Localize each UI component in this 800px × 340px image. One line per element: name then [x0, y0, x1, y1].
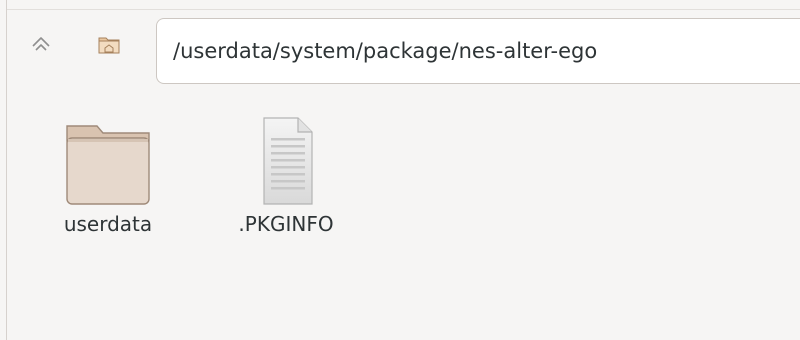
go-up-button[interactable]: [26, 32, 56, 62]
go-up-icon: [29, 33, 53, 61]
file-item-pkginfo[interactable]: .PKGINFO: [216, 100, 356, 250]
file-name-label: .PKGINFO: [238, 212, 334, 236]
home-folder-button[interactable]: [94, 32, 124, 62]
file-chooser-window: /userdata/system/package/nes-alter-ego u…: [0, 0, 800, 340]
location-toolbar: /userdata/system/package/nes-alter-ego: [8, 18, 800, 90]
left-border: [0, 0, 7, 340]
folder-icon: [58, 110, 158, 206]
text-file-icon: [236, 110, 336, 206]
file-item-userdata[interactable]: userdata: [38, 100, 178, 250]
top-border: [0, 0, 800, 10]
file-name-label: userdata: [63, 212, 153, 236]
file-icon-view[interactable]: userdata .PKGINFO: [8, 100, 800, 340]
location-path-field[interactable]: /userdata/system/package/nes-alter-ego: [156, 18, 800, 84]
home-folder-icon: [97, 33, 121, 61]
